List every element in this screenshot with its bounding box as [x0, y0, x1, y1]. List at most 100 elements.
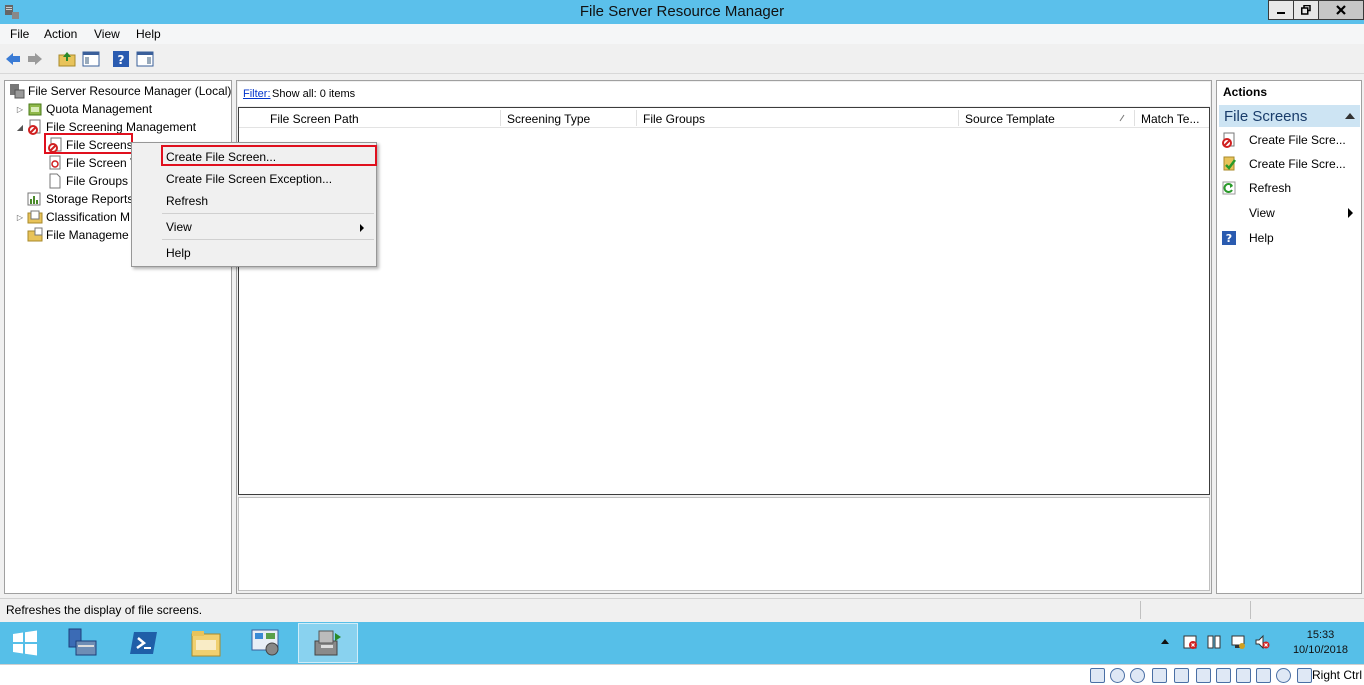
minimize-button[interactable]: [1268, 0, 1294, 20]
column-header[interactable]: Screening Type: [507, 112, 590, 126]
taskbar-powershell[interactable]: [114, 623, 174, 663]
actions-section-label: File Screens: [1224, 108, 1308, 125]
restore-button[interactable]: [1293, 0, 1319, 20]
vm-storage-icon[interactable]: [1090, 668, 1105, 683]
clock[interactable]: 15:33 10/10/2018: [1293, 628, 1348, 658]
vm-cpu-icon[interactable]: [1276, 668, 1291, 683]
back-arrow-icon[interactable]: [4, 50, 22, 68]
sort-indicator-icon: [1119, 114, 1125, 122]
actions-section-header[interactable]: File Screens: [1219, 105, 1360, 127]
taskbar-fsrm[interactable]: [298, 623, 358, 663]
tree-item-classification-management[interactable]: ▷ Classification M: [15, 208, 130, 226]
vm-mouse-icon[interactable]: [1297, 668, 1312, 683]
expand-icon[interactable]: ▷: [15, 213, 25, 222]
column-header[interactable]: Source Template: [965, 112, 1055, 126]
file-screens-list[interactable]: File Screen Path Screening Type File Gro…: [238, 107, 1210, 495]
menu-file[interactable]: File: [10, 27, 29, 41]
action-label: Create File Scre...: [1249, 157, 1346, 171]
show-hide-tree-icon[interactable]: [82, 50, 100, 68]
close-icon: [1336, 5, 1346, 15]
tree-item-label: Classification M: [46, 210, 131, 224]
vm-pen-icon[interactable]: [1174, 668, 1189, 683]
actions-pane: Actions File Screens Create File Scre...…: [1216, 80, 1362, 594]
fsrm-icon: [314, 630, 341, 656]
menu-item-create-file-screen[interactable]: Create File Screen...: [166, 150, 276, 164]
action-refresh[interactable]: Refresh: [1221, 178, 1359, 198]
vm-optical-icon[interactable]: [1110, 668, 1125, 683]
taskbar-server-manager[interactable]: [52, 623, 112, 663]
status-bar: Refreshes the display of file screens.: [0, 598, 1364, 620]
action-view[interactable]: View: [1221, 203, 1359, 223]
vm-audio-icon[interactable]: [1130, 668, 1145, 683]
results-pane: Filter: Show all: 0 items File Screen Pa…: [236, 80, 1212, 594]
forward-arrow-icon[interactable]: [26, 50, 44, 68]
vm-recording-icon[interactable]: [1256, 668, 1271, 683]
start-button[interactable]: [0, 623, 50, 663]
action-create-file-screen-exception[interactable]: Create File Scre...: [1221, 154, 1359, 174]
tree-item-quota-management[interactable]: ▷ Quota Management: [15, 100, 152, 118]
tree-root[interactable]: File Server Resource Manager (Local): [7, 82, 231, 100]
filter-bar: Filter: Show all: 0 items: [238, 82, 1210, 106]
column-header[interactable]: File Groups: [643, 112, 705, 126]
tree-item-storage-reports[interactable]: Storage Reports: [15, 190, 133, 208]
filter-value: Show all: 0 items: [272, 88, 356, 100]
tree-item-label: File Screening Management: [46, 120, 197, 134]
file-management-icon: [27, 227, 43, 242]
file-screen-template-icon: [49, 155, 61, 170]
vm-network-icon[interactable]: [1236, 668, 1251, 683]
vm-shared-folder-icon[interactable]: [1196, 668, 1211, 683]
menu-bar: File Action View Help: [0, 24, 1364, 44]
taskbar-file-explorer[interactable]: [176, 623, 236, 663]
network-status-icon[interactable]: [1230, 634, 1246, 650]
action-label: Help: [1249, 231, 1274, 245]
refresh-icon: [1222, 181, 1236, 195]
action-create-file-screen[interactable]: Create File Scre...: [1221, 130, 1359, 150]
windows-logo-icon: [13, 630, 37, 656]
close-button[interactable]: [1318, 0, 1364, 20]
create-exception-icon: [1223, 156, 1236, 171]
volume-muted-icon[interactable]: [1254, 634, 1270, 650]
menu-separator: [162, 239, 374, 240]
tree-item-file-groups[interactable]: File Groups: [45, 172, 128, 190]
column-header-row: File Screen Path Screening Type File Gro…: [239, 108, 1209, 128]
menu-action[interactable]: Action: [44, 27, 77, 41]
help-icon[interactable]: ?: [112, 50, 130, 68]
column-header[interactable]: Match Te...: [1141, 112, 1199, 126]
menu-item-view[interactable]: View: [166, 220, 192, 234]
folder-icon: [191, 631, 221, 657]
action-label: Create File Scre...: [1249, 133, 1346, 147]
taskbar-control-panel[interactable]: [236, 623, 296, 663]
tree-item-file-management-tasks[interactable]: File Manageme: [15, 226, 129, 244]
network-icon[interactable]: [1206, 634, 1222, 650]
vm-display-icon[interactable]: [1216, 668, 1231, 683]
minimize-icon: [1277, 12, 1285, 14]
details-pane: [238, 497, 1210, 591]
menu-view[interactable]: View: [94, 27, 120, 41]
help-icon: ?: [1222, 231, 1236, 245]
menu-item-refresh[interactable]: Refresh: [166, 194, 208, 208]
filter-link[interactable]: Filter:: [243, 88, 271, 100]
up-folder-icon[interactable]: [58, 50, 76, 68]
tree-item-file-screen-templates[interactable]: File Screen T: [45, 154, 137, 172]
title-bar: File Server Resource Manager: [0, 0, 1364, 24]
tree-root-label: File Server Resource Manager (Local): [28, 84, 232, 98]
action-center-icon[interactable]: [1182, 634, 1198, 650]
clock-time: 15:33: [1306, 629, 1335, 641]
server-manager-icon: [68, 628, 97, 656]
show-hidden-icons-icon[interactable]: [1160, 636, 1170, 646]
expand-icon[interactable]: ▷: [15, 105, 25, 114]
show-hide-action-pane-icon[interactable]: [136, 50, 154, 68]
tree-item-label: File Groups: [66, 174, 129, 188]
menu-item-create-file-screen-exception[interactable]: Create File Screen Exception...: [166, 172, 332, 186]
svg-text:?: ?: [118, 53, 125, 67]
host-key-label: Right Ctrl: [1311, 668, 1362, 682]
file-screens-highlight: [44, 133, 133, 154]
action-help[interactable]: ? Help: [1221, 228, 1359, 248]
window-title: File Server Resource Manager: [579, 3, 785, 20]
vm-usb-icon[interactable]: [1152, 668, 1167, 683]
collapse-caret-icon[interactable]: [1345, 113, 1355, 119]
menu-help[interactable]: Help: [136, 27, 161, 41]
menu-item-help[interactable]: Help: [166, 246, 191, 260]
collapse-icon[interactable]: ◢: [15, 123, 25, 132]
column-header[interactable]: File Screen Path: [270, 112, 359, 126]
